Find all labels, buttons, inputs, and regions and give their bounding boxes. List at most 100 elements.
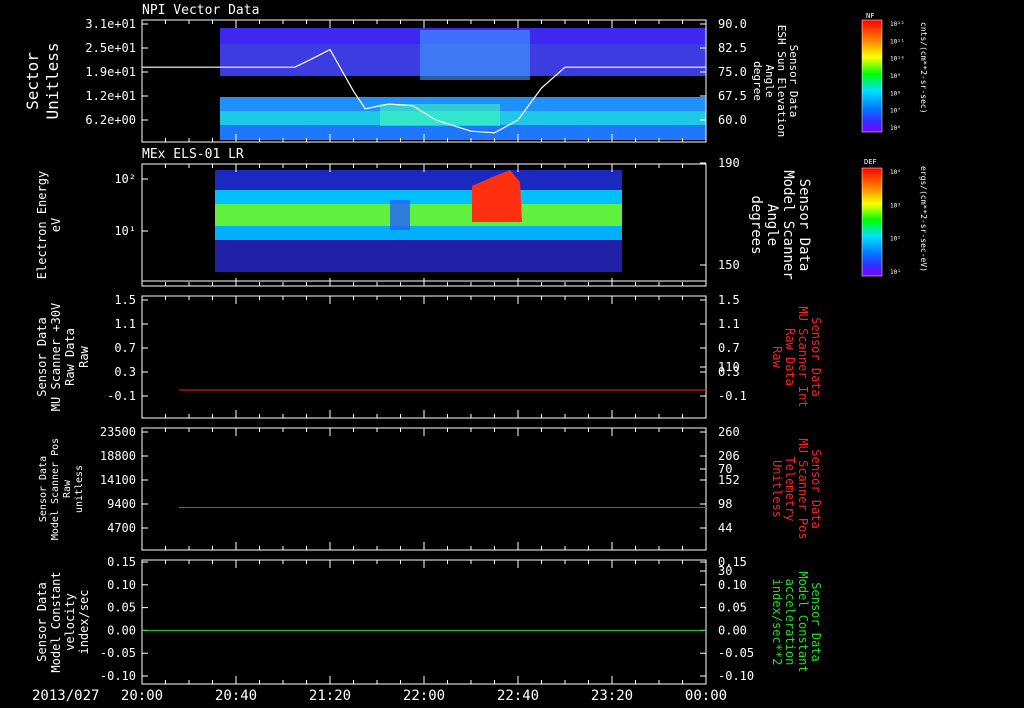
y2-axis-label: Sensor Data — [809, 582, 823, 661]
y2-axis-label: Angle — [764, 204, 780, 246]
y-axis-label: Sensor Data — [35, 317, 49, 396]
y2-axis-label: MU Scanner Pos — [796, 438, 810, 539]
y2-axis-label: Model Constant — [796, 571, 810, 672]
x-tick-label: 22:40 — [497, 688, 539, 704]
panel1-title: NPI Vector Data — [142, 3, 259, 18]
x-tick-label: 20:00 — [121, 688, 163, 704]
y2-axis-label: acceleration — [783, 579, 797, 666]
y2-tick-label: 206 — [718, 449, 740, 463]
y-axis-label: unitless — [74, 465, 85, 513]
y-axis-label: Sensor Data — [38, 456, 49, 522]
y2-tick-label: 1.1 — [718, 317, 740, 331]
y-tick-label: 0.10 — [107, 578, 136, 592]
y-tick-label: 3.1e+01 — [85, 17, 136, 31]
y-tick-label: 6.2e+00 — [85, 113, 136, 127]
panel2-band-top — [215, 170, 622, 190]
colorbar-tick-label: 10¹¹ — [890, 38, 904, 45]
y2-tick-label: 67.5 — [718, 89, 747, 103]
y-tick-label: 10¹ — [114, 224, 136, 238]
y2-axis-label: Telemetry — [783, 456, 797, 521]
colorbar-tick-label: 10¹⁰ — [890, 56, 904, 63]
y-axis-label: index/sec — [77, 589, 91, 654]
y-tick-label: 0.7 — [114, 341, 136, 355]
x-tick-label: 21:20 — [309, 688, 351, 704]
y-tick-label: 0.00 — [107, 623, 136, 637]
y2-tick-label: 60.0 — [718, 113, 747, 127]
panel2-band-bottom — [215, 240, 622, 272]
y-tick-label: 4700 — [107, 521, 136, 535]
y2-axis-label: degrees — [748, 195, 764, 254]
panel1-hot-region — [380, 104, 500, 126]
y-axis-label: velocity — [63, 593, 77, 651]
y-tick-label: 10² — [114, 172, 136, 186]
plot-canvas: NPI Vector Data MEx ELS-01 LR 3.1e+01 2.5… — [23, 3, 928, 704]
y-tick-label: -0.10 — [100, 669, 136, 683]
y-tick-label: 0.3 — [114, 365, 136, 379]
y-tick-label: 1.2e+01 — [85, 89, 136, 103]
y-axis-label: Raw — [77, 345, 91, 367]
panel2-title: MEx ELS-01 LR — [142, 147, 244, 162]
x-tick-label: 20:40 — [215, 688, 257, 704]
y2-axis-label: Unitless — [770, 460, 784, 518]
y-axis-label: Model Scanner Pos — [50, 438, 61, 540]
y-tick-label: 14100 — [100, 473, 136, 487]
colorbar-tick-label: 10⁷ — [890, 108, 901, 115]
y-axis-label: eV — [49, 218, 63, 232]
y2-tick-label: 260 — [718, 425, 740, 439]
panel5-frame — [141, 559, 707, 685]
y2-tick-label: 44 — [718, 521, 732, 535]
panel4-frame — [141, 427, 707, 551]
y2-tick-label: -0.1 — [718, 389, 747, 403]
panel2-band-core — [215, 204, 622, 226]
y2-tick-label: -0.05 — [718, 646, 754, 660]
colorbar-tick-label: 10⁴ — [890, 169, 901, 176]
y2-tick-label: 0.05 — [718, 601, 747, 615]
y-axis-label: MU Scanner +30V — [49, 303, 63, 411]
y2-axis-label: index/sec**2 — [770, 579, 784, 666]
y2-tick-label: 0.00 — [718, 623, 747, 637]
x-axis-date: 2013/027 — [32, 688, 99, 704]
colorbar-tick-label: 10¹² — [890, 21, 904, 28]
y2-axis-label: Sensor Data — [809, 449, 823, 528]
x-tick-label: 23:20 — [591, 688, 633, 704]
y2-tick-label: -0.10 — [718, 669, 754, 683]
y-axis-label: Raw Data — [63, 328, 77, 386]
panel2-spectrogram — [215, 170, 622, 272]
y2-axis-label: Sensor Data — [796, 179, 812, 272]
y-axis-label: Sector — [23, 52, 42, 110]
y2-tick-label: 1.5 — [718, 293, 740, 307]
y2-tick-label: 0.7 — [718, 341, 740, 355]
y2-axis-label: Model Scanner — [780, 170, 796, 280]
y-tick-label: 0.15 — [107, 555, 136, 569]
y-tick-label: 18800 — [100, 449, 136, 463]
y2-tick-label: 0.3 — [718, 365, 740, 379]
colorbar-tick-label: 10⁹ — [890, 73, 901, 80]
y-axis-label: Model Constant — [49, 571, 63, 672]
y2-tick-label: 82.5 — [718, 41, 747, 55]
y-tick-label: 23500 — [100, 425, 136, 439]
colorbar-nf-label: cnts/(cm**2-sr-sec) — [919, 22, 928, 114]
colorbar-tick-label: 10¹ — [890, 269, 901, 276]
x-tick-label: 00:00 — [685, 688, 727, 704]
y-tick-label: 2.5e+01 — [85, 41, 136, 55]
y2-tick-label: 152 — [718, 473, 740, 487]
y2-axis-label: Raw Data — [783, 328, 797, 386]
colorbar-tick-label: 10⁶ — [890, 125, 901, 132]
y2-tick-label: 98 — [718, 497, 732, 511]
y2-axis-label: Sensor Data — [809, 317, 823, 396]
colorbar-tick-label: 10⁸ — [890, 90, 901, 97]
y-tick-label: 0.05 — [107, 601, 136, 615]
y-axis-label: Electron Energy — [35, 171, 49, 279]
colorbar-def-label: ergs/(cm**2-sr-sec-eV) — [919, 166, 928, 272]
y2-axis-label: degree — [751, 61, 764, 101]
panel1-spectrogram — [220, 20, 706, 142]
y-tick-label: 1.1 — [114, 317, 136, 331]
y-axis-label: Raw — [62, 479, 73, 498]
panel2-gap — [390, 200, 410, 230]
y2-axis-label: MU Scanner Int — [796, 306, 810, 407]
panel2-band-lower — [215, 226, 622, 240]
y2-tick-label: 0.15 — [718, 555, 747, 569]
y-tick-label: -0.1 — [107, 389, 136, 403]
y-tick-label: 1.9e+01 — [85, 65, 136, 79]
y2-tick-label: 90.0 — [718, 17, 747, 31]
